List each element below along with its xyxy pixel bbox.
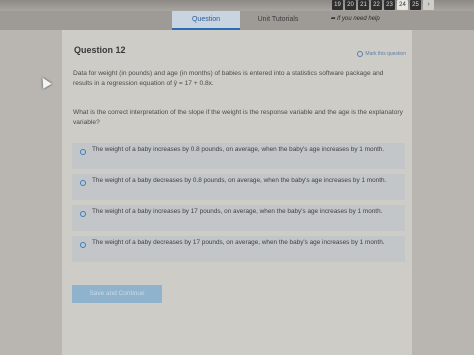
question-ask: What is the correct interpretation of th…	[73, 109, 403, 126]
bookmark-circle-icon	[357, 51, 364, 57]
page-button[interactable]: 21	[358, 0, 369, 10]
radio-icon[interactable]	[80, 149, 86, 155]
mark-question-link[interactable]: Mark this question	[357, 51, 406, 57]
answer-option-text: The weight of a baby increases by 17 pou…	[92, 208, 383, 215]
chevron-right-icon[interactable]: ›	[423, 0, 434, 10]
help-note: ➦ If you need help	[320, 11, 390, 30]
answer-option-1[interactable]: The weight of a baby increases by 0.8 po…	[72, 143, 405, 169]
save-and-continue-button[interactable]: Save and Continue	[72, 285, 162, 303]
question-prompt: Data for weight (in pounds) and age (in …	[73, 70, 384, 87]
tab-question[interactable]: Question	[172, 11, 240, 30]
mouse-cursor-icon	[38, 75, 52, 89]
question-panel: Question 12 Mark this question Data for …	[62, 30, 412, 355]
page-button[interactable]: 20	[345, 0, 356, 10]
help-note-text: If you need help	[337, 16, 380, 22]
mark-question-label: Mark this question	[365, 51, 406, 57]
answer-option-2[interactable]: The weight of a baby decreases by 0.8 po…	[72, 174, 405, 200]
page-button[interactable]: 22	[371, 0, 382, 10]
radio-icon[interactable]	[80, 211, 86, 217]
answer-option-text: The weight of a baby decreases by 17 pou…	[92, 239, 385, 246]
answer-option-4[interactable]: The weight of a baby decreases by 17 pou…	[72, 236, 405, 262]
tab-bar: Question Unit Tutorials ➦ If you need he…	[0, 11, 474, 30]
tab-unit-tutorials[interactable]: Unit Tutorials	[247, 11, 309, 30]
answer-option-text: The weight of a baby increases by 0.8 po…	[92, 146, 385, 153]
page-button[interactable]: 23	[384, 0, 395, 10]
arrow-back-icon: ➦	[330, 16, 336, 22]
radio-icon[interactable]	[80, 242, 86, 248]
answer-option-text: The weight of a baby decreases by 0.8 po…	[92, 177, 387, 184]
answer-option-3[interactable]: The weight of a baby increases by 17 pou…	[72, 205, 405, 231]
top-strip: 19 20 21 22 23 24 25 ›	[0, 0, 474, 11]
question-pager: 19 20 21 22 23 24 25 ›	[332, 0, 434, 11]
page-button-current[interactable]: 24	[397, 0, 408, 10]
page-button[interactable]: 25	[410, 0, 421, 10]
question-title: Question 12	[74, 45, 126, 55]
page-button[interactable]: 19	[332, 0, 343, 10]
radio-icon[interactable]	[80, 180, 86, 186]
